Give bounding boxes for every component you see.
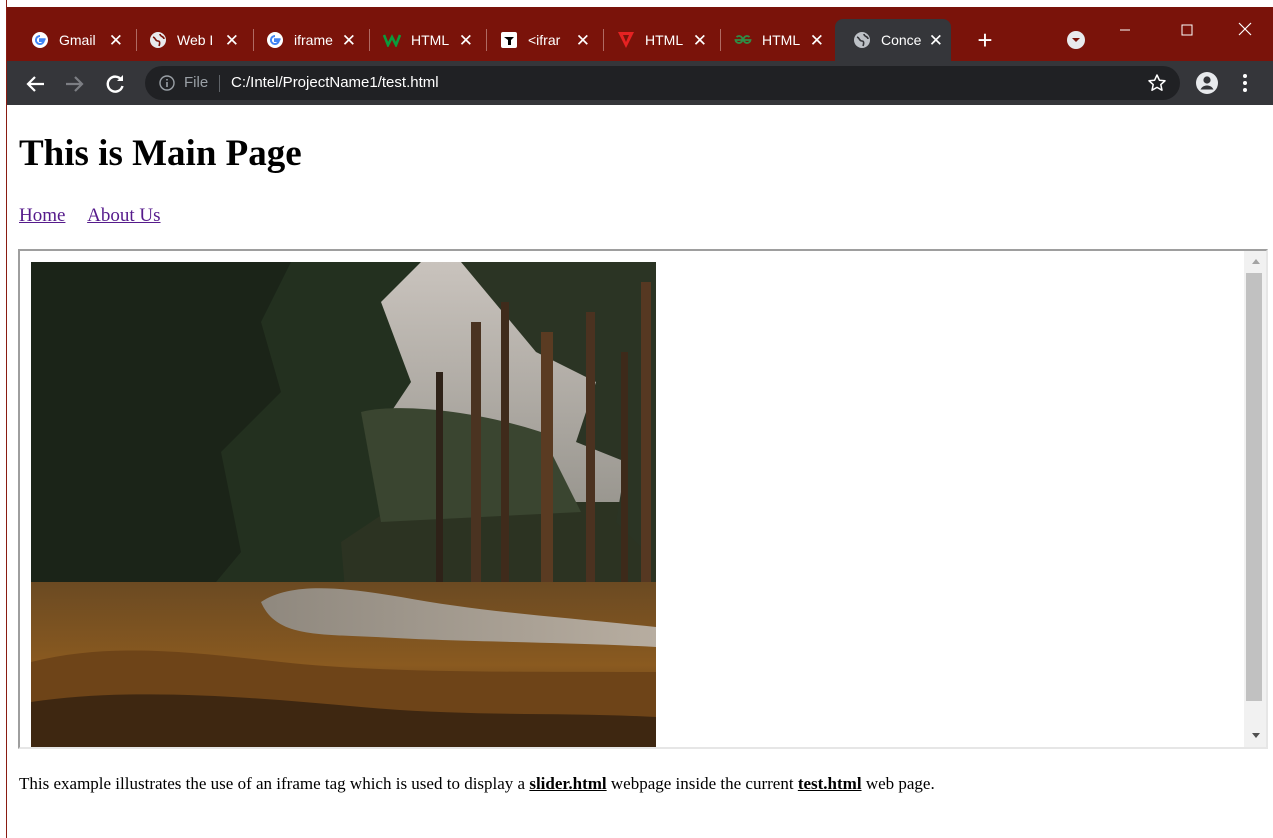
tab-search-icon[interactable] <box>1065 29 1087 51</box>
reload-icon[interactable] <box>103 72 127 96</box>
caption-part: This example illustrates the use of an i… <box>19 774 530 793</box>
close-icon[interactable]: ✕ <box>342 32 356 49</box>
tab-title: Conce <box>881 32 922 48</box>
maximize-icon <box>1181 24 1193 36</box>
tab-title: Gmail <box>59 32 96 48</box>
maximize-button[interactable] <box>1167 15 1207 45</box>
close-icon[interactable]: ✕ <box>459 32 473 49</box>
close-icon[interactable]: ✕ <box>225 32 239 49</box>
tab-title: HTML <box>411 32 450 48</box>
window-close-button[interactable] <box>1225 15 1265 45</box>
close-icon[interactable]: ✕ <box>810 32 824 49</box>
red-v-icon <box>617 31 635 49</box>
forward-arrow-icon[interactable] <box>62 72 86 96</box>
tab-web[interactable]: Web I ✕ <box>131 19 247 61</box>
page-title: This is Main Page <box>19 133 302 174</box>
tab-gmail[interactable]: Gmail ✕ <box>13 19 131 61</box>
info-icon[interactable] <box>159 75 175 91</box>
test-html-reference: test.html <box>797 774 862 793</box>
back-arrow-icon[interactable] <box>24 72 48 96</box>
close-icon[interactable]: ✕ <box>109 32 123 49</box>
globe-icon <box>853 31 871 49</box>
google-icon <box>266 31 284 49</box>
page-nav: Home About Us <box>19 205 179 227</box>
dark-logo-icon <box>500 31 518 49</box>
url-text[interactable]: C:/Intel/ProjectName1/test.html <box>231 74 439 91</box>
minimize-button[interactable] <box>1105 15 1145 45</box>
profile-avatar-icon[interactable] <box>1195 71 1219 95</box>
tab-title: <ifrar <box>528 32 561 48</box>
menu-kebab-icon[interactable] <box>1237 71 1253 95</box>
scrollbar-thumb[interactable] <box>1246 273 1262 701</box>
description-text: This example illustrates the use of an i… <box>19 774 935 794</box>
embedded-iframe[interactable] <box>18 249 1268 749</box>
browser-toolbar: File C:/Intel/ProjectName1/test.html <box>7 61 1273 105</box>
close-icon[interactable]: ✕ <box>576 32 590 49</box>
tab-html-3[interactable]: HTML ✕ <box>716 19 832 61</box>
tab-title: HTML <box>762 32 801 48</box>
google-icon <box>31 31 49 49</box>
nav-link-home[interactable]: Home <box>19 205 65 226</box>
close-window-icon <box>1238 22 1252 36</box>
url-scheme-label: File <box>184 74 209 91</box>
address-divider <box>219 75 220 92</box>
caption-part: web page. <box>861 774 935 793</box>
tab-strip: Gmail ✕ Web I ✕ iframe ✕ HTML ✕ <ifrar ✕ <box>7 7 1273 61</box>
tab-title: Web I <box>177 32 214 48</box>
minimize-icon <box>1120 29 1130 31</box>
iframe-scrollbar[interactable] <box>1244 251 1266 747</box>
tab-title: iframe <box>294 32 333 48</box>
tab-title: HTML <box>645 32 684 48</box>
globe-icon <box>149 31 167 49</box>
tab-iframe-2[interactable]: <ifrar ✕ <box>482 19 598 61</box>
tab-html-1[interactable]: HTML ✕ <box>365 19 481 61</box>
tab-iframe[interactable]: iframe ✕ <box>248 19 364 61</box>
close-icon[interactable]: ✕ <box>929 32 943 49</box>
forest-road-image <box>31 262 656 747</box>
gfg-logo-icon <box>734 31 752 49</box>
tab-html-2[interactable]: HTML ✕ <box>599 19 715 61</box>
scroll-up-arrow-icon[interactable] <box>1252 259 1260 264</box>
window-edge <box>0 0 7 838</box>
close-icon[interactable]: ✕ <box>693 32 707 49</box>
tab-active[interactable]: Conce ✕ <box>835 19 951 61</box>
caption-part: webpage inside the current <box>606 774 798 793</box>
nav-link-about-us[interactable]: About Us <box>87 205 160 226</box>
w-logo-icon <box>383 31 401 49</box>
address-bar[interactable]: File C:/Intel/ProjectName1/test.html <box>145 66 1180 100</box>
bookmark-star-icon[interactable] <box>1147 73 1167 93</box>
slider-html-reference: slider.html <box>529 774 607 793</box>
new-tab-button[interactable]: + <box>970 25 1000 55</box>
scroll-down-arrow-icon[interactable] <box>1252 733 1260 738</box>
